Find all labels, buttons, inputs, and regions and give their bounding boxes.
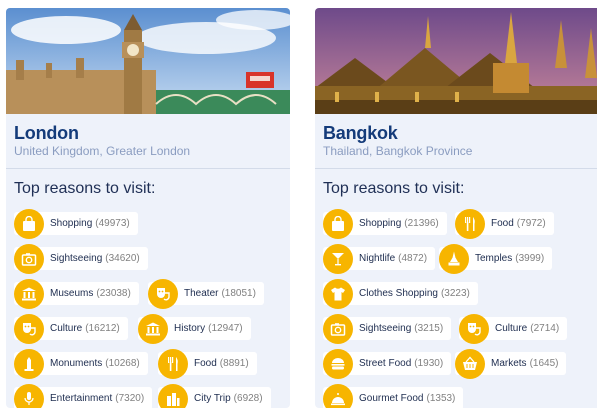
reason-count: (1930) bbox=[414, 358, 443, 369]
shopping-bag-icon bbox=[14, 209, 44, 239]
reason-count: (3999) bbox=[515, 253, 544, 264]
reason-count: (1353) bbox=[426, 393, 455, 404]
bangkok-hero-image bbox=[315, 8, 597, 114]
reason-count: (16212) bbox=[85, 323, 119, 334]
reason-label: City Trip bbox=[194, 393, 231, 404]
reason-chip-clothes-shopping[interactable]: Clothes Shopping(3223) bbox=[323, 282, 478, 305]
city-region: Thailand, Bangkok Province bbox=[323, 144, 472, 158]
reason-chip-entertainment[interactable]: Entertainment(7320) bbox=[14, 387, 152, 408]
reason-label: Markets bbox=[491, 358, 527, 369]
reason-chip-shopping[interactable]: Shopping(21396) bbox=[323, 212, 447, 235]
reason-label: Culture bbox=[50, 323, 82, 334]
reason-label: Shopping bbox=[359, 218, 401, 229]
reason-count: (8891) bbox=[220, 358, 249, 369]
reason-label: Nightlife bbox=[359, 253, 395, 264]
reason-label: Street Food bbox=[359, 358, 411, 369]
reason-label: Museums bbox=[50, 288, 93, 299]
reason-label: Temples bbox=[475, 253, 512, 264]
monument-icon bbox=[14, 349, 44, 379]
city-name: Bangkok bbox=[323, 123, 398, 144]
fork-knife-icon bbox=[158, 349, 188, 379]
reason-count: (21396) bbox=[404, 218, 438, 229]
museum-icon bbox=[14, 279, 44, 309]
reason-chip-food[interactable]: Food(8891) bbox=[158, 352, 257, 375]
divider bbox=[6, 168, 290, 169]
divider bbox=[315, 168, 597, 169]
reasons-title: Top reasons to visit: bbox=[323, 180, 464, 198]
reason-chip-culture[interactable]: Culture(2714) bbox=[459, 317, 567, 340]
reason-chip-culture[interactable]: Culture(16212) bbox=[14, 317, 128, 340]
reason-count: (18051) bbox=[221, 288, 255, 299]
reason-chip-temples[interactable]: Temples(3999) bbox=[439, 247, 552, 270]
reason-label: Clothes Shopping bbox=[359, 288, 438, 299]
reason-chip-gourmet-food[interactable]: Gourmet Food(1353) bbox=[323, 387, 463, 408]
reason-chip-markets[interactable]: Markets(1645) bbox=[455, 352, 566, 375]
reason-count: (1645) bbox=[530, 358, 559, 369]
reason-label: Food bbox=[491, 218, 514, 229]
reason-label: Food bbox=[194, 358, 217, 369]
reason-count: (6928) bbox=[234, 393, 263, 404]
reason-count: (7972) bbox=[517, 218, 546, 229]
reason-chip-sightseeing[interactable]: Sightseeing(3215) bbox=[323, 317, 451, 340]
reason-label: Gourmet Food bbox=[359, 393, 423, 404]
history-building-icon bbox=[138, 314, 168, 344]
tshirt-icon bbox=[323, 279, 353, 309]
cloche-icon bbox=[323, 384, 353, 408]
city-buildings-icon bbox=[158, 384, 188, 408]
reason-count: (4872) bbox=[398, 253, 427, 264]
reason-count: (10268) bbox=[105, 358, 139, 369]
culture-masks-icon bbox=[459, 314, 489, 344]
city-card-bangkok[interactable]: Bangkok Thailand, Bangkok Province Top r… bbox=[315, 8, 597, 408]
camera-icon bbox=[14, 244, 44, 274]
reason-chip-food[interactable]: Food(7972) bbox=[455, 212, 554, 235]
reason-count: (12947) bbox=[208, 323, 242, 334]
reason-count: (2714) bbox=[530, 323, 559, 334]
reason-label: Theater bbox=[184, 288, 218, 299]
reason-count: (34620) bbox=[105, 253, 139, 264]
reason-count: (23038) bbox=[96, 288, 130, 299]
microphone-icon bbox=[14, 384, 44, 408]
reason-label: Entertainment bbox=[50, 393, 112, 404]
theater-masks-icon bbox=[148, 279, 178, 309]
city-region: United Kingdom, Greater London bbox=[14, 144, 190, 158]
burger-icon bbox=[323, 349, 353, 379]
reason-label: Sightseeing bbox=[50, 253, 102, 264]
reason-count: (3223) bbox=[441, 288, 470, 299]
reason-count: (3215) bbox=[414, 323, 443, 334]
basket-icon bbox=[455, 349, 485, 379]
reason-label: History bbox=[174, 323, 205, 334]
reason-chip-monuments[interactable]: Monuments(10268) bbox=[14, 352, 148, 375]
city-card-london[interactable]: London United Kingdom, Greater London To… bbox=[6, 8, 290, 408]
reason-chip-sightseeing[interactable]: Sightseeing(34620) bbox=[14, 247, 148, 270]
cocktail-icon bbox=[323, 244, 353, 274]
london-hero-image bbox=[6, 8, 290, 114]
reason-count: (49973) bbox=[95, 218, 129, 229]
reason-chip-shopping[interactable]: Shopping(49973) bbox=[14, 212, 138, 235]
reason-chip-theater[interactable]: Theater(18051) bbox=[148, 282, 264, 305]
reason-label: Shopping bbox=[50, 218, 92, 229]
reason-chip-street-food[interactable]: Street Food(1930) bbox=[323, 352, 451, 375]
camera-icon bbox=[323, 314, 353, 344]
reason-chip-history[interactable]: History(12947) bbox=[138, 317, 251, 340]
reason-count: (7320) bbox=[115, 393, 144, 404]
reason-chip-museums[interactable]: Museums(23038) bbox=[14, 282, 139, 305]
reason-label: Sightseeing bbox=[359, 323, 411, 334]
city-name: London bbox=[14, 123, 79, 144]
reasons-title: Top reasons to visit: bbox=[14, 180, 155, 198]
culture-masks-icon bbox=[14, 314, 44, 344]
fork-knife-icon bbox=[455, 209, 485, 239]
reason-chip-nightlife[interactable]: Nightlife(4872) bbox=[323, 247, 435, 270]
reason-label: Monuments bbox=[50, 358, 102, 369]
reason-label: Culture bbox=[495, 323, 527, 334]
temple-icon bbox=[439, 244, 469, 274]
reason-chip-city-trip[interactable]: City Trip(6928) bbox=[158, 387, 271, 408]
shopping-bag-icon bbox=[323, 209, 353, 239]
